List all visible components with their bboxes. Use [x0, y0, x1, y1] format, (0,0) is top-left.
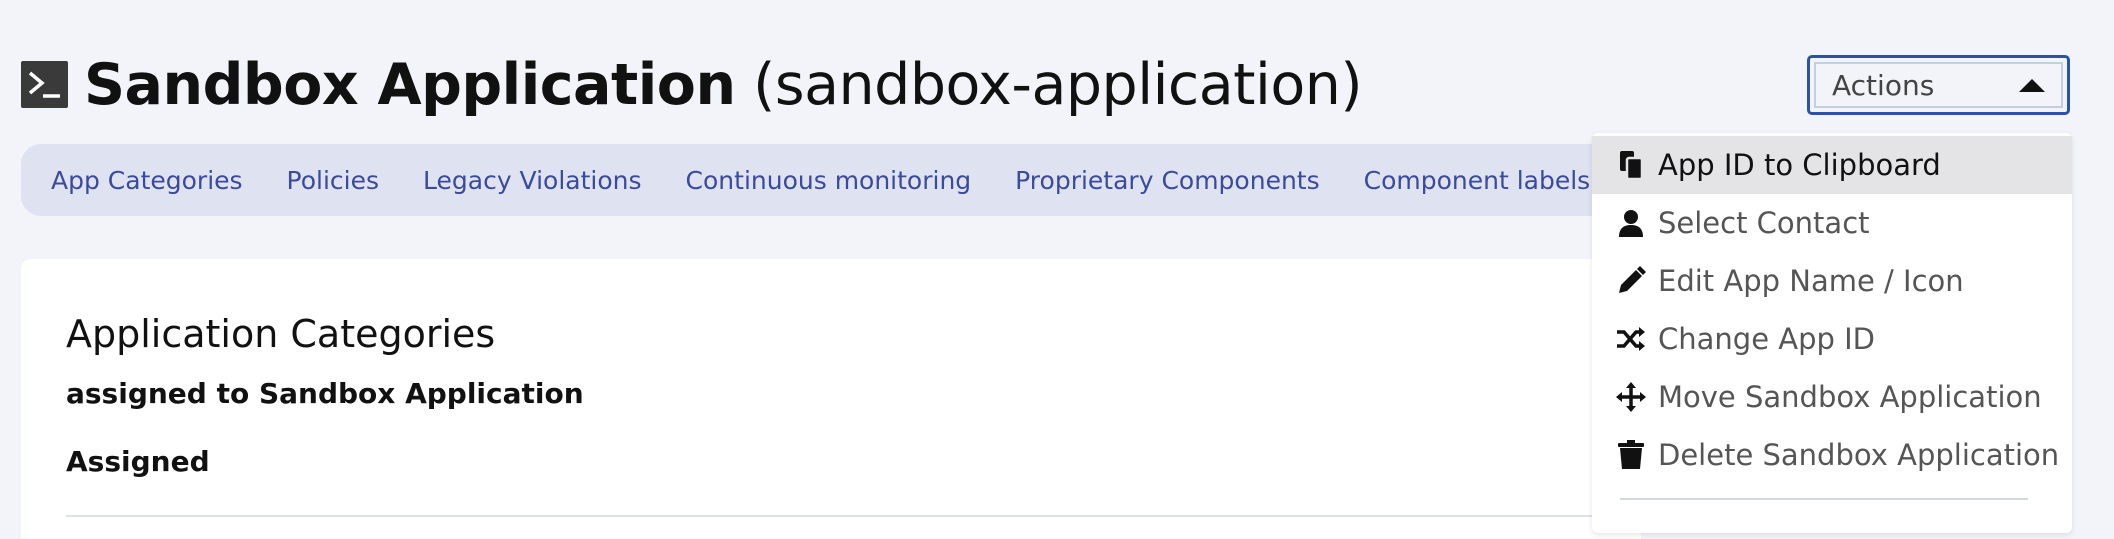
menu-item-label: Delete Sandbox Application [1658, 438, 2060, 472]
menu-item-label: App ID to Clipboard [1658, 148, 1941, 182]
menu-item-select-contact[interactable]: Select Contact [1592, 194, 2072, 252]
menu-item-label: Change App ID [1658, 322, 1876, 356]
menu-item-copy-app-id[interactable]: App ID to Clipboard [1592, 136, 2072, 194]
app-id: (sandbox-application) [753, 52, 1363, 118]
caret-up-icon [2019, 78, 2045, 92]
menu-item-edit-app-name[interactable]: Edit App Name / Icon [1592, 252, 2072, 310]
tab-component-labels[interactable]: Component labels [1364, 166, 1591, 195]
tab-app-categories[interactable]: App Categories [51, 166, 243, 195]
app-name: Sandbox Application [84, 52, 736, 118]
menu-divider [1620, 498, 2028, 500]
tab-proprietary-components[interactable]: Proprietary Components [1015, 166, 1319, 195]
shuffle-icon [1616, 324, 1646, 354]
actions-dropdown-menu: App ID to Clipboard Select Contact Edit … [1592, 133, 2072, 533]
actions-button-label: Actions [1832, 68, 1935, 102]
menu-item-label: Move Sandbox Application [1658, 380, 2042, 414]
tab-bar: App Categories Policies Legacy Violation… [21, 144, 1641, 216]
page-title: Sandbox Application (sandbox-application… [84, 50, 1363, 120]
trash-icon [1616, 440, 1646, 470]
tab-continuous-monitoring[interactable]: Continuous monitoring [686, 166, 972, 195]
categories-card: Application Categories assigned to Sandb… [21, 259, 1641, 539]
card-title: Application Categories [66, 312, 496, 356]
menu-item-label: Select Contact [1658, 206, 1870, 240]
menu-item-move-application[interactable]: Move Sandbox Application [1592, 368, 2072, 426]
menu-item-change-app-id[interactable]: Change App ID [1592, 310, 2072, 368]
terminal-icon [21, 61, 68, 108]
tab-legacy-violations[interactable]: Legacy Violations [423, 166, 642, 195]
assigned-heading: Assigned [66, 445, 210, 478]
actions-button[interactable]: Actions [1807, 55, 2070, 115]
clipboard-icon [1616, 150, 1646, 180]
pencil-icon [1616, 266, 1646, 296]
menu-item-label: Edit App Name / Icon [1658, 264, 1964, 298]
card-subtitle: assigned to Sandbox Application [66, 377, 584, 410]
menu-item-delete-application[interactable]: Delete Sandbox Application [1592, 426, 2072, 484]
user-icon [1616, 208, 1646, 238]
divider [66, 515, 1626, 517]
tab-policies[interactable]: Policies [287, 166, 379, 195]
move-icon [1616, 382, 1646, 412]
